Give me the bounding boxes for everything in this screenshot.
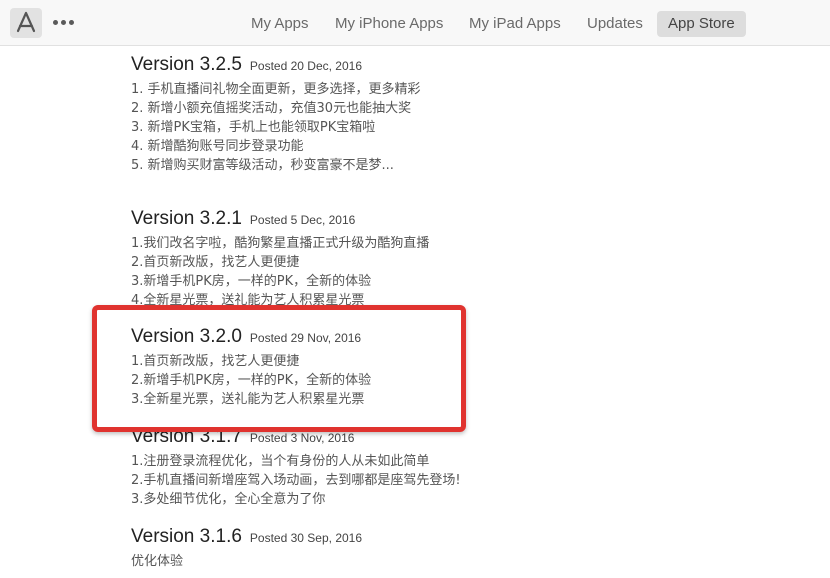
release-version: Version 3.2.1 xyxy=(131,208,242,229)
release-note: 2.首页新改版，找艺人更便捷 xyxy=(131,255,300,270)
toolbar: My Apps My iPhone Apps My iPad Apps Upda… xyxy=(0,0,830,46)
tab-my-ipad-apps[interactable]: My iPad Apps xyxy=(469,11,561,37)
more-dots-icon[interactable] xyxy=(53,13,75,33)
release-version: Version 3.1.6 xyxy=(131,526,242,547)
release-date: Posted 20 Dec, 2016 xyxy=(249,59,362,73)
release-3-2-5: Version 3.2.5 Posted 20 Dec, 2016 1. 手机直播… xyxy=(131,54,421,175)
tab-my-iphone-apps[interactable]: My iPhone Apps xyxy=(335,11,443,37)
release-note: 2. 新增小额充值摇奖活动，充值30元也能抽大奖 xyxy=(131,101,412,116)
tab-my-apps[interactable]: My Apps xyxy=(251,11,309,37)
release-note: 4. 新增酷狗账号同步登录功能 xyxy=(131,139,304,154)
release-date: Posted 30 Sep, 2016 xyxy=(249,531,363,545)
release-note: 3.多处细节优化，全心全意为了你 xyxy=(131,492,326,507)
release-date: Posted 5 Dec, 2016 xyxy=(249,213,356,227)
release-3-1-6: Version 3.1.6 Posted 30 Sep, 2016 优化体验 xyxy=(131,526,362,571)
release-3-2-1: Version 3.2.1 Posted 5 Dec, 2016 1.我们改名字啦… xyxy=(131,208,429,310)
release-note: 2.手机直播间新增座驾入场动画，去到哪都是座驾先登场! xyxy=(131,473,461,488)
release-note: 优化体验 xyxy=(131,554,184,569)
tab-updates[interactable]: Updates xyxy=(587,11,643,37)
app-store-icon[interactable] xyxy=(10,8,42,38)
release-note: 3.新增手机PK房，一样的PK，全新的体验 xyxy=(131,274,372,289)
release-note: 3. 新增PK宝箱，手机上也能领取PK宝箱啦 xyxy=(131,120,376,135)
release-date: Posted 3 Nov, 2016 xyxy=(249,431,355,445)
release-3-1-7: Version 3.1.7 Posted 3 Nov, 2016 1.注册登录流程… xyxy=(131,426,461,509)
release-note: 1. 手机直播间礼物全面更新，更多选择，更多精彩 xyxy=(131,82,421,97)
release-note: 1.注册登录流程优化，当个有身份的人从未如此简单 xyxy=(131,454,430,469)
release-version: Version 3.2.5 xyxy=(131,54,242,75)
release-note: 1.我们改名字啦，酷狗繁星直播正式升级为酷狗直播 xyxy=(131,236,430,251)
release-note: 5. 新增购买财富等级活动，秒变富豪不是梦... xyxy=(131,158,394,173)
highlight-box xyxy=(92,305,466,432)
tab-app-store[interactable]: App Store xyxy=(657,11,746,37)
